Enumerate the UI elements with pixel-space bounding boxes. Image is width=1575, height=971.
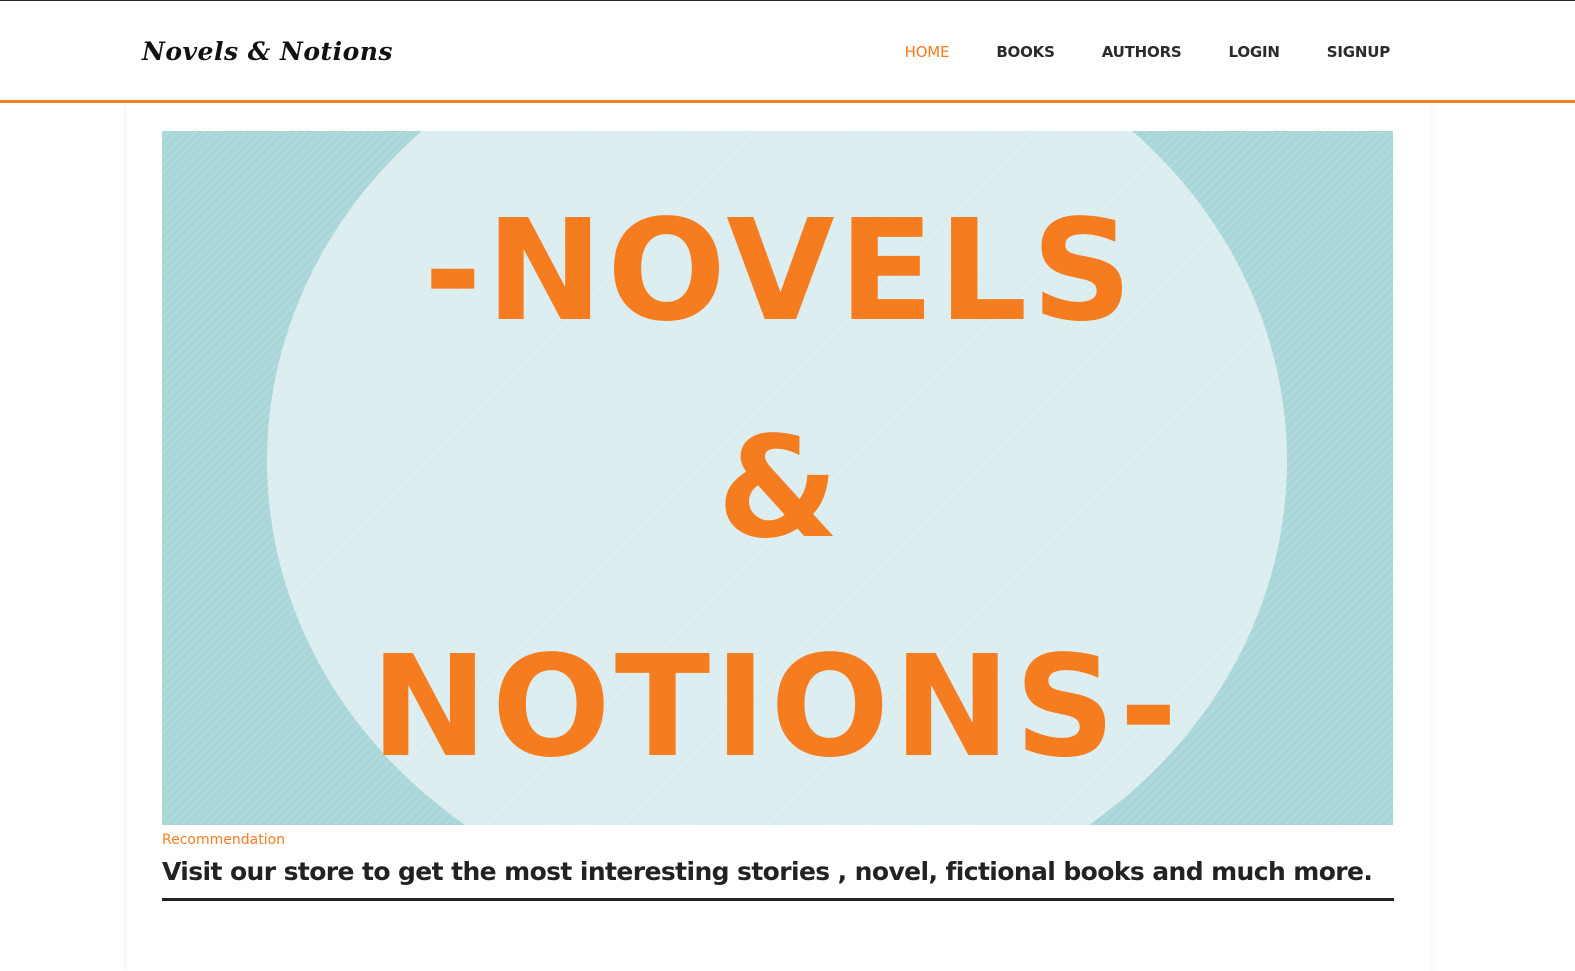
- post-category[interactable]: Recommendation: [162, 832, 285, 848]
- hero-line-3: NOTIONS-: [371, 626, 1182, 789]
- hero-line-2: &: [717, 407, 839, 570]
- nav-books-link[interactable]: BOOKS: [996, 43, 1055, 61]
- hero-line-1: -NOVELS: [424, 190, 1137, 353]
- nav-signup-link[interactable]: SIGNUP: [1327, 43, 1390, 61]
- featured-post-card: -NOVELS & NOTIONS- Recommendation Visit …: [127, 103, 1430, 971]
- main-nav: HOME BOOKS AUTHORS LOGIN SIGNUP: [858, 43, 1391, 61]
- site-logo[interactable]: Novels & Notions: [142, 37, 393, 66]
- post-headline[interactable]: Visit our store to get the most interest…: [162, 857, 1394, 901]
- page: Novels & Notions HOME BOOKS AUTHORS LOGI…: [0, 0, 1575, 971]
- nav-login-link[interactable]: LOGIN: [1229, 43, 1280, 61]
- nav-home-link[interactable]: HOME: [905, 43, 950, 61]
- nav-authors-link[interactable]: AUTHORS: [1102, 43, 1182, 61]
- featured-image[interactable]: -NOVELS & NOTIONS-: [162, 131, 1393, 825]
- site-header: Novels & Notions HOME BOOKS AUTHORS LOGI…: [0, 1, 1575, 103]
